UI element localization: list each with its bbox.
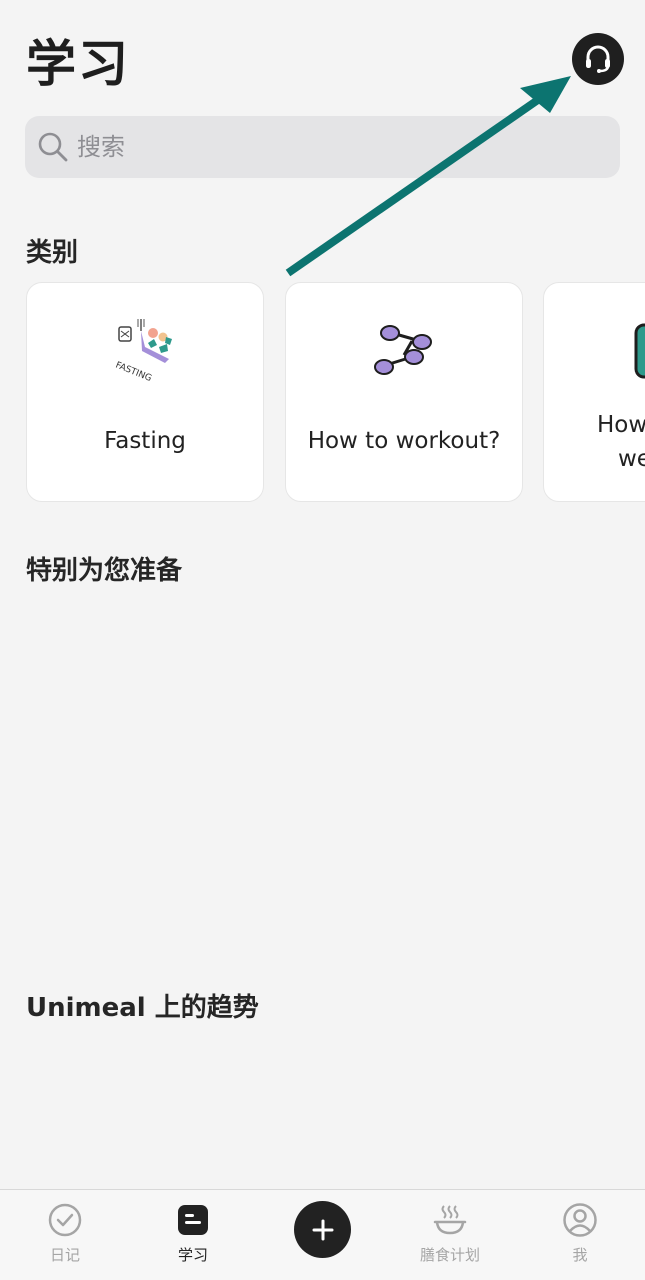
learn-icon	[178, 1205, 208, 1235]
add-button[interactable]	[294, 1201, 351, 1258]
category-card-workout[interactable]: How to workout?	[285, 282, 523, 502]
headset-icon	[586, 45, 610, 73]
tab-label: 膳食计划	[419, 1246, 480, 1264]
category-label-line1: How	[597, 412, 645, 438]
plus-icon	[312, 1219, 333, 1240]
profile-icon	[563, 1203, 597, 1237]
dumbbells-illustration	[286, 315, 522, 387]
for-you-title: 特别为您准备	[26, 556, 183, 586]
categories-carousel[interactable]: FASTING Fasting How to workout? How we	[0, 282, 645, 504]
bowl-icon	[433, 1205, 467, 1235]
check-circle-icon	[48, 1203, 82, 1237]
tab-label: 日记	[49, 1246, 80, 1264]
fasting-logo-text: FASTING	[114, 361, 153, 385]
tab-profile[interactable]: 我	[520, 1190, 640, 1280]
search-input[interactable]	[77, 133, 577, 161]
category-label-line2: we	[618, 446, 645, 472]
scale-illustration	[544, 315, 645, 387]
tab-meal-plan[interactable]: 膳食计划	[390, 1190, 510, 1280]
tab-learn[interactable]: 学习	[133, 1190, 253, 1280]
support-button[interactable]	[572, 33, 624, 85]
tab-diary[interactable]: 日记	[5, 1190, 125, 1280]
search-bar[interactable]	[25, 116, 620, 178]
category-label: How to workout?	[307, 428, 501, 454]
category-card-fasting[interactable]: FASTING Fasting	[26, 282, 264, 502]
learn-screen: 学习 类别	[0, 0, 645, 1280]
page-title: 学习	[26, 35, 130, 93]
tab-label: 我	[572, 1246, 588, 1264]
fasting-illustration: FASTING	[27, 315, 263, 387]
tab-label: 学习	[177, 1246, 208, 1264]
bottom-tab-bar: 日记 学习 膳食计划 我	[0, 1189, 645, 1280]
categories-title: 类别	[26, 238, 79, 268]
search-icon	[38, 132, 68, 162]
category-label: Fasting	[104, 428, 186, 454]
trending-title: Unimeal 上的趋势	[26, 993, 259, 1023]
category-card-weight[interactable]: How we	[543, 282, 645, 502]
